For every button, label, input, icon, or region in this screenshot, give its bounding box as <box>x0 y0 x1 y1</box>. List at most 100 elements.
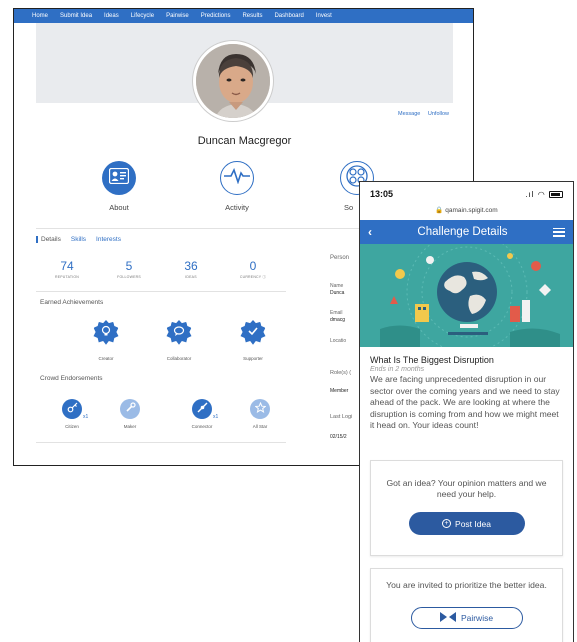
roles-label: Role(s) ( <box>330 370 352 376</box>
checkmark-icon <box>247 324 259 342</box>
pairwise-button-label: Pairwise <box>460 613 494 623</box>
about-tab-label: About <box>109 203 129 212</box>
activity-pulse-icon <box>224 167 250 189</box>
profile-actions: Message Unfollow <box>392 111 449 117</box>
detail-tabs: Details Skills Interests <box>36 236 121 243</box>
endorsement-count: x1 <box>213 414 219 420</box>
pairwise-button[interactable]: Pairwise <box>410 607 523 629</box>
endorsement-label: Maker <box>123 424 137 429</box>
divider <box>36 442 286 443</box>
pairwise-card: You are invited to prioritize the better… <box>370 568 563 642</box>
achievements-heading: Earned Achievements <box>40 299 104 306</box>
nav-pairwise[interactable]: Pairwise <box>166 13 189 19</box>
nav-submit-idea[interactable]: Submit Idea <box>60 13 92 19</box>
back-chevron-icon[interactable]: ‹ <box>368 225 372 239</box>
star-icon <box>253 400 267 418</box>
achievement-creator-badge[interactable] <box>93 320 119 345</box>
stat-label: FOLLOWERS <box>117 275 141 279</box>
achievement-collaborator-badge[interactable] <box>166 320 192 345</box>
message-link[interactable]: Message <box>398 111 420 117</box>
post-idea-text: Got an idea? Your opinion matters and we… <box>386 478 547 499</box>
id-card-icon <box>108 167 130 189</box>
stat-value: 74 <box>60 259 74 273</box>
stat-label: CURRENCY ⓘ <box>239 275 267 279</box>
nav-dashboard[interactable]: Dashboard <box>274 13 303 19</box>
location-label: Locatio <box>330 338 347 344</box>
personal-heading: Person <box>330 255 350 261</box>
challenge-end-date: Ends in 2 months <box>370 366 425 373</box>
nav-lifecycle[interactable]: Lifecycle <box>131 13 154 19</box>
name-label: Name <box>330 283 344 289</box>
key-icon <box>67 400 78 418</box>
endorsement-label: Connector <box>191 424 213 429</box>
bowtie-icon <box>439 612 456 624</box>
achievement-supporter-badge[interactable] <box>240 320 266 345</box>
hamburger-menu-icon[interactable] <box>552 227 565 237</box>
endorsement-allstar-badge[interactable] <box>250 399 270 419</box>
nav-predictions[interactable]: Predictions <box>201 13 231 19</box>
endorsement-connector-badge[interactable] <box>192 399 212 419</box>
achievement-label: Collaborator <box>166 356 192 361</box>
stat-value: 0 <box>249 259 257 273</box>
tab-skills[interactable]: Skills <box>71 236 86 243</box>
email-value: dmacg <box>330 317 346 323</box>
post-idea-button[interactable]: + Post Idea <box>408 512 525 535</box>
chat-bubble-icon <box>173 324 185 342</box>
endorsement-citizen-badge[interactable] <box>62 399 82 419</box>
stat-label: REPUTATION <box>54 275 80 279</box>
status-bar: 13:05 .ıl ◠ <box>360 182 573 206</box>
signal-icon: .ıl <box>525 189 535 199</box>
endorsement-maker-badge[interactable] <box>120 399 140 419</box>
roles-value: Member <box>330 388 349 394</box>
endorsements-heading: Crowd Endorsements <box>40 375 103 382</box>
nav-home[interactable]: Home <box>32 13 48 19</box>
stat-reputation: 74 REPUTATION <box>36 259 98 280</box>
email-label: Email <box>330 310 343 316</box>
lightbulb-icon <box>100 324 112 342</box>
app-header: ‹ Challenge Details <box>360 220 573 244</box>
stat-label: IDEAS <box>185 275 197 279</box>
activity-tab-label: Activity <box>225 203 249 212</box>
tab-interests[interactable]: Interests <box>96 236 121 243</box>
nav-invest[interactable]: Invest <box>316 13 332 19</box>
profile-name: Duncan Macgregor <box>197 135 292 147</box>
achievement-label: Supporter <box>243 356 263 361</box>
wifi-icon: ◠ <box>537 189 546 199</box>
nav-ideas[interactable]: Ideas <box>104 13 119 19</box>
composite-screenshot: Home Submit Idea Ideas Lifecycle Pairwis… <box>0 0 577 642</box>
header-title: Challenge Details <box>417 226 508 238</box>
nav-results[interactable]: Results <box>242 13 262 19</box>
status-time: 13:05 <box>370 189 394 199</box>
status-icons: .ıl ◠ <box>525 190 563 199</box>
post-idea-button-label: Post Idea <box>455 518 491 529</box>
wrench-icon <box>125 400 136 418</box>
achievement-label: Creator <box>98 356 114 361</box>
tab-details[interactable]: Details <box>36 236 61 243</box>
stat-ideas: 36 IDEAS <box>160 259 222 280</box>
last-login-label: Last Logi <box>330 414 353 420</box>
challenge-title: What Is The Biggest Disruption <box>370 355 494 365</box>
profile-stats: 74 REPUTATION 5 FOLLOWERS 36 IDEAS 0 CUR… <box>36 259 296 280</box>
connector-icon <box>197 400 208 418</box>
challenge-description: We are facing unprecedented disruption i… <box>370 374 560 431</box>
name-value: Dunca <box>330 290 345 296</box>
activity-tab-button[interactable] <box>220 161 254 195</box>
post-idea-card: Got an idea? Your opinion matters and we… <box>370 460 563 556</box>
top-navigation: Home Submit Idea Ideas Lifecycle Pairwis… <box>14 9 473 23</box>
avatar <box>193 41 273 121</box>
mobile-challenge-screen: 13:05 .ıl ◠ 🔒 qamain.spigit.com ‹ Challe… <box>359 181 574 642</box>
battery-icon <box>549 190 563 198</box>
stat-currency: 0 CURRENCY ⓘ <box>222 259 284 280</box>
unfollow-link[interactable]: Unfollow <box>428 111 449 117</box>
endorsement-label: All Star <box>252 424 268 429</box>
url-bar[interactable]: 🔒 qamain.spigit.com <box>360 206 573 220</box>
endorsement-label: Citizen <box>65 424 79 429</box>
pairwise-text: You are invited to prioritize the better… <box>386 580 547 590</box>
plus-circle-icon: + <box>442 519 452 528</box>
last-login-value: 02/15/2 <box>330 434 347 440</box>
about-tab-button[interactable] <box>102 161 136 195</box>
stat-value: 36 <box>184 259 198 273</box>
challenge-hero-image <box>360 244 573 347</box>
divider <box>36 291 286 292</box>
endorsement-count: x1 <box>83 414 89 420</box>
